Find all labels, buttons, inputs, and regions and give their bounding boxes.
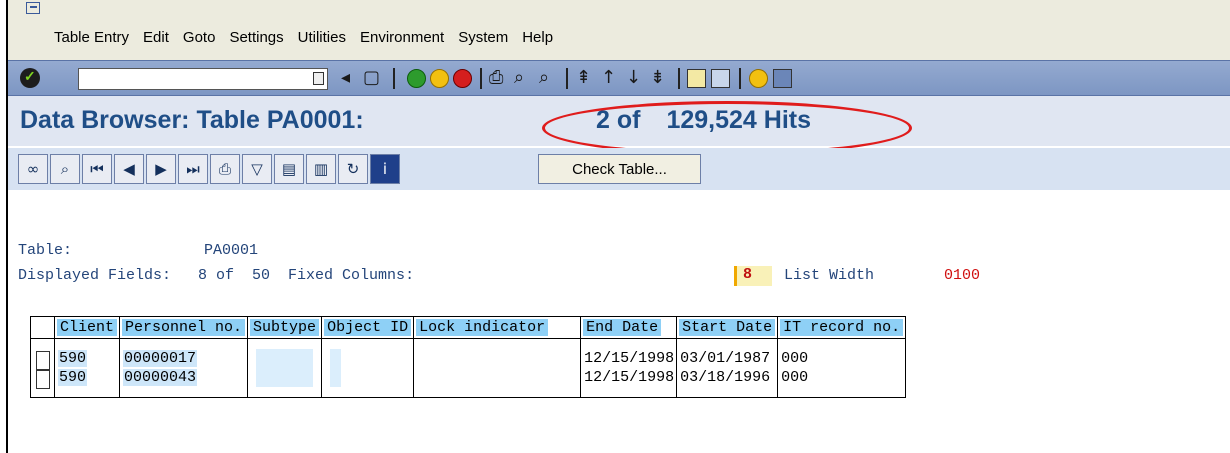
- list-width-label: List Width: [784, 267, 875, 284]
- back-icon[interactable]: [407, 69, 426, 88]
- object-id-cells: [321, 338, 415, 398]
- it-record-no-cells: 000 000: [777, 338, 907, 398]
- results-table: Client Personnel no. Subtype Object ID L…: [30, 316, 907, 398]
- list-width-value: 0100: [944, 267, 981, 284]
- filter-icon[interactable]: ▽: [242, 154, 272, 184]
- start-date-cell[interactable]: 03/01/1987: [680, 349, 775, 368]
- table-value: PA0001: [204, 242, 259, 259]
- menu-environment[interactable]: Environment: [360, 29, 444, 46]
- magnifier-icon[interactable]: ⌕: [50, 154, 80, 184]
- select-all-icon[interactable]: ▤: [274, 154, 304, 184]
- toolbar-separator: [393, 68, 395, 89]
- exit-icon[interactable]: [430, 69, 449, 88]
- row-select-checkbox[interactable]: [36, 370, 50, 389]
- client-cell[interactable]: 590: [58, 369, 88, 386]
- end-date-cells: 12/15/1998 12/15/1998: [580, 338, 678, 398]
- menu-help[interactable]: Help: [522, 29, 553, 46]
- client-cell[interactable]: 590: [58, 350, 88, 367]
- menu-goto[interactable]: Goto: [183, 29, 216, 46]
- start-date-cell[interactable]: 03/18/1996: [680, 368, 775, 387]
- it-record-no-cell[interactable]: 000: [781, 349, 903, 368]
- hits-count: 2 of: [596, 106, 641, 134]
- end-date-cell[interactable]: 12/15/1998: [584, 349, 674, 368]
- sap-window: Table Entry Edit Goto Settings Utilities…: [6, 0, 1230, 453]
- deselect-icon[interactable]: ▥: [306, 154, 336, 184]
- previous-icon[interactable]: ◀: [114, 154, 144, 184]
- last-icon[interactable]: ⏭: [178, 154, 208, 184]
- find-next-icon[interactable]: ⌕: [539, 67, 549, 89]
- object-id-cell-empty[interactable]: [330, 349, 342, 387]
- menu-table-entry[interactable]: Table Entry: [54, 29, 129, 46]
- column-header-end-date[interactable]: End Date: [580, 316, 678, 339]
- next-page-icon[interactable]: ↓: [626, 67, 641, 89]
- toolbar-separator: [566, 68, 568, 89]
- system-menu-icon[interactable]: [26, 2, 40, 14]
- lock-indicator-cells: [413, 338, 582, 398]
- client-cells: 590 590: [53, 338, 121, 398]
- cancel-icon[interactable]: [453, 69, 472, 88]
- first-page-icon[interactable]: ⇞: [576, 67, 591, 89]
- personnel-no-cells: 00000017 00000043: [119, 338, 249, 398]
- check-table-button[interactable]: Check Table...: [538, 154, 701, 184]
- column-header-object-id[interactable]: Object ID: [321, 316, 415, 339]
- fixed-columns-field[interactable]: 8: [734, 266, 772, 286]
- command-field[interactable]: [78, 68, 328, 90]
- save-icon[interactable]: ▢: [363, 67, 380, 89]
- select-column-header[interactable]: [30, 316, 55, 339]
- first-icon[interactable]: ⏮: [82, 154, 112, 184]
- menu-bar: Table Entry Edit Goto Settings Utilities…: [8, 0, 1230, 60]
- next-icon[interactable]: ▶: [146, 154, 176, 184]
- toolbar-separator: [678, 68, 680, 89]
- column-header-start-date[interactable]: Start Date: [676, 316, 779, 339]
- create-session-icon[interactable]: [687, 69, 706, 88]
- table-label: Table:: [18, 242, 73, 259]
- previous-page-icon[interactable]: ↑: [601, 67, 616, 89]
- column-header-lock-indicator[interactable]: Lock indicator: [413, 316, 582, 339]
- toolbar-separator: [739, 68, 741, 89]
- column-header-personnel-no[interactable]: Personnel no.: [119, 316, 249, 339]
- hits-counter: 2 of 129,524 Hits: [596, 106, 811, 135]
- table-data-block: 590 590 00000017 00000043 12/15/1998 12/…: [30, 338, 907, 398]
- column-header-client[interactable]: Client: [53, 316, 121, 339]
- shortcut-icon[interactable]: [711, 69, 730, 88]
- table-header-row: Client Personnel no. Subtype Object ID L…: [30, 316, 907, 339]
- end-date-cell[interactable]: 12/15/1998: [584, 368, 674, 387]
- enter-icon[interactable]: [20, 68, 40, 88]
- personnel-no-cell[interactable]: 00000017: [123, 350, 198, 367]
- menu-system[interactable]: System: [458, 29, 508, 46]
- last-page-icon[interactable]: ⇟: [650, 67, 665, 89]
- column-header-subtype[interactable]: Subtype: [247, 316, 323, 339]
- row-selectors: [30, 338, 55, 398]
- back-arrow-icon[interactable]: ◂: [341, 67, 350, 89]
- menu-settings[interactable]: Settings: [229, 29, 283, 46]
- menu-utilities[interactable]: Utilities: [298, 29, 346, 46]
- help-icon[interactable]: [749, 69, 768, 88]
- layout-icon[interactable]: [773, 69, 792, 88]
- standard-toolbar: ◂ ▢ ⎙ ⌕ ⌕ ⇞ ↑ ↓ ⇟: [8, 60, 1230, 96]
- toolbar-separator: [480, 68, 482, 89]
- glasses-icon[interactable]: ∞: [18, 154, 48, 184]
- dropdown-icon[interactable]: [313, 72, 324, 85]
- subtype-cells: [247, 338, 323, 398]
- it-record-no-cell[interactable]: 000: [781, 368, 903, 387]
- displayed-fields-text: Displayed Fields: 8 of 50 Fixed Columns:: [18, 267, 415, 284]
- title-bar: Data Browser: Table PA0001: 2 of 129,524 …: [8, 96, 1230, 146]
- column-header-it-record-no[interactable]: IT record no.: [777, 316, 907, 339]
- page-title: Data Browser: Table PA0001:: [20, 106, 364, 134]
- info-icon[interactable]: i: [370, 154, 400, 184]
- personnel-no-cell[interactable]: 00000043: [123, 369, 198, 386]
- menu-items: Table Entry Edit Goto Settings Utilities…: [54, 29, 567, 46]
- application-toolbar: ∞ ⌕ ⏮ ◀ ▶ ⏭ ⎙ ▽ ▤ ▥ ↻ i Check Table...: [8, 148, 1230, 190]
- subtype-cell-empty[interactable]: [256, 349, 314, 387]
- menu-edit[interactable]: Edit: [143, 29, 169, 46]
- start-date-cells: 03/01/1987 03/18/1996: [676, 338, 779, 398]
- print-icon[interactable]: ⎙: [210, 154, 240, 184]
- print-icon[interactable]: ⎙: [489, 67, 503, 89]
- find-icon[interactable]: ⌕: [514, 67, 524, 89]
- hits-total: 129,524 Hits: [666, 106, 811, 134]
- refresh-icon[interactable]: ↻: [338, 154, 368, 184]
